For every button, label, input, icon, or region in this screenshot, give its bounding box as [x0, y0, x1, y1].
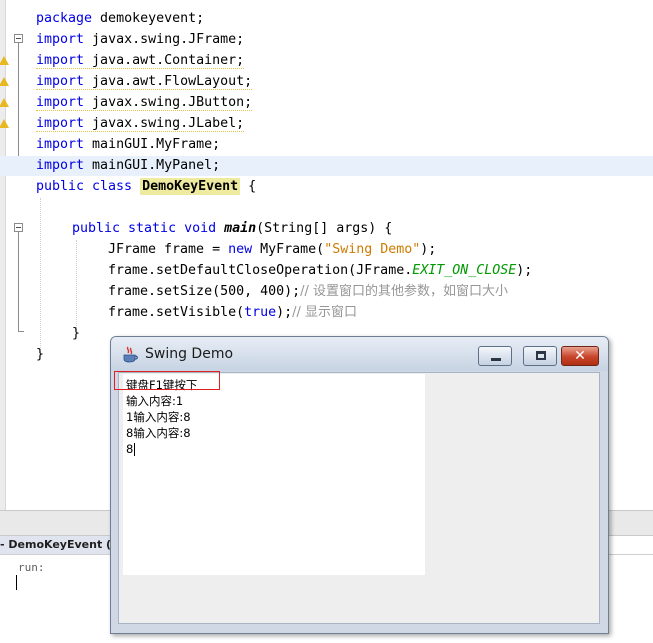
comment: // 设置窗口的其他参数，如窗口大小 [300, 284, 509, 299]
close-icon: ✕ [574, 348, 586, 364]
comment: // 显示窗口 [292, 305, 358, 320]
minimize-button[interactable] [478, 346, 512, 366]
code-text: frame.setDefaultCloseOperation(JFrame. [108, 263, 413, 278]
code-line-class: public class DemoKeyEvent { [36, 177, 256, 197]
code-line-import: import javax.swing.JFrame; [36, 30, 244, 50]
window-title: Swing Demo [145, 346, 234, 362]
code-text: ); [276, 305, 293, 320]
code-line-close-inner: } [72, 324, 80, 344]
code-line-import: import java.awt.FlowLayout; [36, 72, 253, 92]
keyword: import [36, 95, 85, 110]
keyword: import [36, 116, 85, 131]
keyword: package [36, 11, 93, 26]
maximize-button[interactable] [523, 346, 557, 366]
import-path: javax.swing.JButton; [84, 95, 253, 110]
content-pane: 键盘F1键按下 输入内容:1 1输入内容:8 8输入内容:8 8 [118, 372, 600, 624]
class-name: DemoKeyEvent [140, 178, 241, 195]
code-line-package: package demokeyevent; [36, 9, 204, 29]
code-line-import: import javax.swing.JButton; [36, 93, 253, 113]
brace: } [36, 347, 45, 362]
keyword: import [36, 53, 85, 68]
indent-guide [40, 198, 41, 348]
code-line-close-op: frame.setDefaultCloseOperation(JFrame.EX… [108, 261, 532, 281]
code-line-import: import javax.swing.JLabel; [36, 114, 245, 134]
import-path: mainGUI.MyPanel; [84, 158, 221, 173]
code-line-set-visible: frame.setVisible(true);// 显示窗口 [108, 303, 357, 323]
fold-main-icon[interactable] [14, 223, 23, 232]
window-titlebar[interactable]: Swing Demo ✕ [111, 337, 608, 371]
warning-icon[interactable] [0, 77, 9, 86]
code-line-import-current: import mainGUI.MyPanel; [0, 156, 653, 176]
code-line-set-size: frame.setSize(500, 400);// 设置窗口的其他参数，如窗口… [108, 282, 508, 302]
code-line-frame: JFrame frame = new MyFrame("Swing Demo")… [108, 240, 436, 260]
import-path: javax.swing.JFrame; [84, 32, 245, 47]
code-line-main: public static void main(String[] args) { [72, 219, 392, 239]
code-text: frame.setSize(500, 400); [108, 284, 301, 299]
minimize-icon [491, 358, 501, 361]
brace: } [72, 326, 81, 341]
code-text: MyFrame( [252, 242, 325, 257]
code-line-import: import java.awt.Container; [36, 51, 245, 71]
package-name: demokeyevent; [92, 11, 205, 26]
fold-main-line [18, 232, 19, 331]
keyword: true [244, 305, 277, 320]
text-line: 1输入内容:8 [126, 410, 191, 424]
keyword: import [36, 137, 85, 152]
fold-imports-icon[interactable] [14, 34, 23, 43]
text-caret [134, 443, 135, 456]
keyword: import [36, 74, 85, 89]
fold-main-end [18, 331, 24, 332]
method-name: main [224, 221, 257, 236]
params: (String[] args) { [256, 221, 393, 236]
keyword: import [36, 158, 85, 173]
highlight-annotation-box [114, 371, 220, 390]
code-text: ); [420, 242, 437, 257]
indent-guide [76, 240, 77, 330]
keyword: import [36, 32, 85, 47]
java-cup-icon [123, 346, 138, 363]
output-text: run: [18, 561, 45, 574]
keyword: new [228, 242, 253, 257]
code-text: frame.setVisible( [108, 305, 245, 320]
import-path: javax.swing.JLabel; [84, 116, 245, 131]
text-line: 8 [126, 442, 134, 456]
output-caret [16, 575, 17, 590]
import-path: mainGUI.MyFrame; [84, 137, 221, 152]
warning-icon[interactable] [0, 98, 9, 107]
brace: { [240, 179, 257, 194]
fold-imports-line [18, 43, 19, 172]
code-line-close-outer: } [36, 345, 44, 365]
import-path: java.awt.FlowLayout; [84, 74, 253, 89]
maximize-icon [536, 351, 546, 360]
keyword: public class [36, 179, 133, 194]
code-text: JFrame frame = [108, 242, 229, 257]
import-path: java.awt.Container; [84, 53, 245, 68]
close-button[interactable]: ✕ [561, 346, 599, 366]
keyword: public static void [72, 221, 217, 236]
warning-icon[interactable] [0, 56, 9, 65]
constant: EXIT_ON_CLOSE [412, 263, 517, 278]
text-line: 输入内容:1 [126, 394, 184, 408]
code-line-import: import mainGUI.MyFrame; [36, 135, 220, 155]
string-literal: "Swing Demo" [324, 242, 421, 257]
text-line: 8输入内容:8 [126, 426, 191, 440]
warning-icon[interactable] [0, 119, 9, 128]
code-text: ); [516, 263, 533, 278]
key-event-text-area[interactable]: 键盘F1键按下 输入内容:1 1输入内容:8 8输入内容:8 8 [123, 374, 425, 575]
